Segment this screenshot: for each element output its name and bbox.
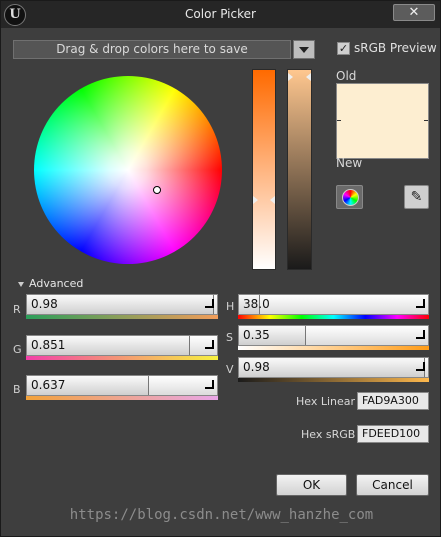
saturation-value-spinbox[interactable]: 0.35 xyxy=(238,325,429,346)
value-value-spinbox[interactable]: 0.98 xyxy=(238,357,429,378)
green-value: 0.851 xyxy=(31,338,66,352)
srgb-preview-label: sRGB Preview xyxy=(354,41,437,55)
cancel-button[interactable]: Cancel xyxy=(356,474,429,496)
drag-handle-icon xyxy=(205,340,214,349)
value-slider-handle-right[interactable] xyxy=(270,196,275,204)
saved-colors-dropdown-button[interactable] xyxy=(293,40,315,59)
watermark: https://blog.csdn.net/www_hanzhe_com xyxy=(69,507,374,523)
ok-button[interactable]: OK xyxy=(276,474,347,496)
hex-linear-label: Hex Linear xyxy=(296,395,356,408)
color-wheel-icon xyxy=(342,189,359,206)
hex-srgb-input[interactable]: FDEED100 xyxy=(357,425,429,443)
value-slider[interactable] xyxy=(252,69,276,270)
value-gradient-bar xyxy=(238,378,429,382)
hue-label: H xyxy=(226,300,235,313)
eyedropper-icon: ✎ xyxy=(410,189,423,205)
green-label: G xyxy=(13,343,22,356)
drag-handle-icon xyxy=(416,362,425,371)
value-slider-handle-left[interactable] xyxy=(253,196,258,204)
eyedropper-button[interactable]: ✎ xyxy=(404,185,429,209)
color-wheel-mode-button[interactable] xyxy=(336,185,363,209)
hue-gradient-bar xyxy=(238,315,429,319)
title-bar[interactable]: U Color Picker ✕ xyxy=(1,1,440,28)
drag-handle-icon xyxy=(416,299,425,308)
value-value: 0.98 xyxy=(243,360,270,374)
alpha-slider-handle-left[interactable] xyxy=(288,73,293,81)
swatch-tick-right xyxy=(424,120,428,121)
drag-handle-icon xyxy=(205,299,214,308)
saturation-label: S xyxy=(226,331,233,344)
window-title: Color Picker xyxy=(185,7,256,21)
saturation-value: 0.35 xyxy=(243,328,270,342)
red-value: 0.98 xyxy=(31,297,58,311)
saved-colors-drop-zone[interactable]: Drag & drop colors here to save xyxy=(13,40,291,59)
color-picker-window: U Color Picker ✕ Drag & drop colors here… xyxy=(0,0,441,537)
blue-value: 0.637 xyxy=(31,378,66,392)
srgb-preview-checkbox[interactable]: ✓ xyxy=(337,42,350,55)
advanced-section-toggle[interactable]: Advanced xyxy=(18,277,83,290)
green-gradient-bar xyxy=(26,356,218,360)
blue-label: B xyxy=(13,383,21,396)
hue-value: 38.0 xyxy=(243,297,270,311)
caret-down-icon xyxy=(18,281,24,287)
saturation-gradient-bar xyxy=(238,346,429,350)
red-label: R xyxy=(13,303,21,316)
drag-handle-icon xyxy=(416,330,425,339)
red-gradient-bar xyxy=(26,315,218,319)
advanced-label: Advanced xyxy=(29,277,84,290)
hue-value-spinbox[interactable]: 38.0 xyxy=(238,294,429,315)
new-color-label: New xyxy=(336,156,363,170)
value-label: V xyxy=(226,363,234,376)
color-wheel-selection-marker[interactable] xyxy=(153,186,161,194)
hex-srgb-label: Hex sRGB xyxy=(301,428,356,441)
alpha-slider[interactable] xyxy=(287,69,312,270)
old-new-color-swatch xyxy=(336,83,429,159)
chevron-down-icon xyxy=(299,47,309,53)
blue-value-spinbox[interactable]: 0.637 xyxy=(26,375,218,396)
red-value-spinbox[interactable]: 0.98 xyxy=(26,294,218,315)
close-button[interactable]: ✕ xyxy=(393,4,435,21)
green-value-spinbox[interactable]: 0.851 xyxy=(26,335,218,356)
drag-handle-icon xyxy=(205,380,214,389)
hex-linear-input[interactable]: FAD9A300 xyxy=(357,392,429,410)
old-color-label: Old xyxy=(336,69,357,83)
swatch-tick-left xyxy=(337,120,341,121)
blue-gradient-bar xyxy=(26,396,218,400)
alpha-slider-handle-right[interactable] xyxy=(306,73,311,81)
color-wheel[interactable] xyxy=(34,76,222,264)
